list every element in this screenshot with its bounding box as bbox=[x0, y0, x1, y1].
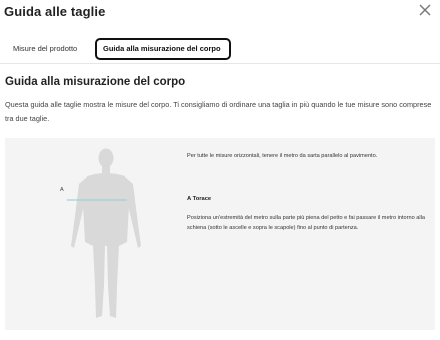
section-heading: Guida alla misurazione del corpo bbox=[5, 76, 186, 88]
dialog-title: Guida alle taglie bbox=[4, 4, 106, 19]
dialog-header: Guida alle taglie bbox=[0, 0, 440, 26]
close-icon[interactable] bbox=[418, 3, 432, 17]
measurement-figure-panel: A Per tutte le misure orizzontali, tener… bbox=[5, 138, 435, 330]
tab-product-measurements[interactable]: Misure del prodotto bbox=[5, 38, 85, 60]
measurement-note: Per tutte le misure orizzontali, tenere … bbox=[187, 153, 378, 159]
measurement-description: Posiziona un'estremità del metro sulla p… bbox=[187, 215, 426, 232]
tab-bar: Misure del prodotto Guida alla misurazio… bbox=[0, 34, 440, 64]
measurement-title: A Torace bbox=[187, 196, 212, 202]
tab-body-measurement-guide[interactable]: Guida alla misurazione del corpo bbox=[95, 38, 231, 60]
intro-text: Questa guida alle taglie mostra le misur… bbox=[5, 100, 432, 123]
marker-a-label: A bbox=[60, 187, 64, 193]
body-silhouette-icon bbox=[67, 148, 141, 318]
